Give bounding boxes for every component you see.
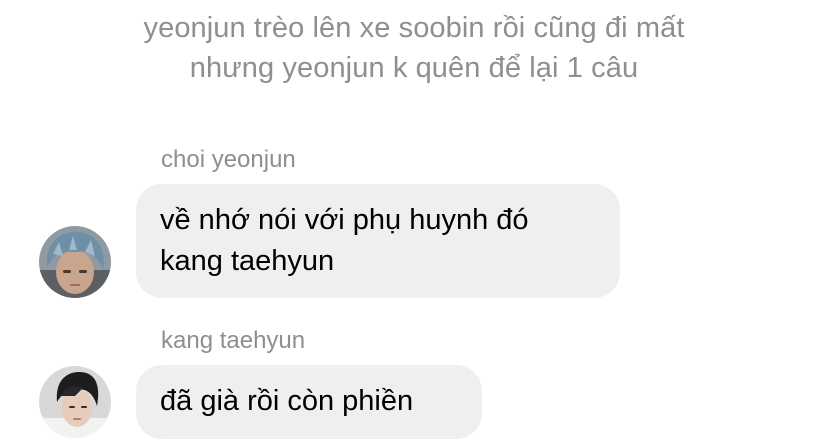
avatar-choi-yeonjun[interactable] (39, 226, 111, 298)
sender-name: choi yeonjun (161, 146, 296, 173)
system-notice-line-2: nhưng yeonjun k quên để lại 1 câu (189, 52, 639, 84)
message-bubble[interactable]: về nhớ nói với phụ huynh đó kang taehyun (136, 184, 620, 298)
message-text-line: về nhớ nói với phụ huynh đó (160, 204, 529, 236)
system-notice-line-1: yeonjun trèo lên xe soobin rồi cũng đi m… (143, 12, 685, 44)
user-photo-icon (39, 226, 111, 298)
avatar-kang-taehyun[interactable] (39, 366, 111, 438)
message-text-line: kang taehyun (160, 245, 335, 277)
sender-name: kang taehyun (161, 327, 306, 354)
user-photo-icon (39, 366, 111, 438)
message-text-line: đã già rồi còn phiền (160, 385, 414, 417)
message-bubble[interactable]: đã già rồi còn phiền (136, 365, 482, 439)
